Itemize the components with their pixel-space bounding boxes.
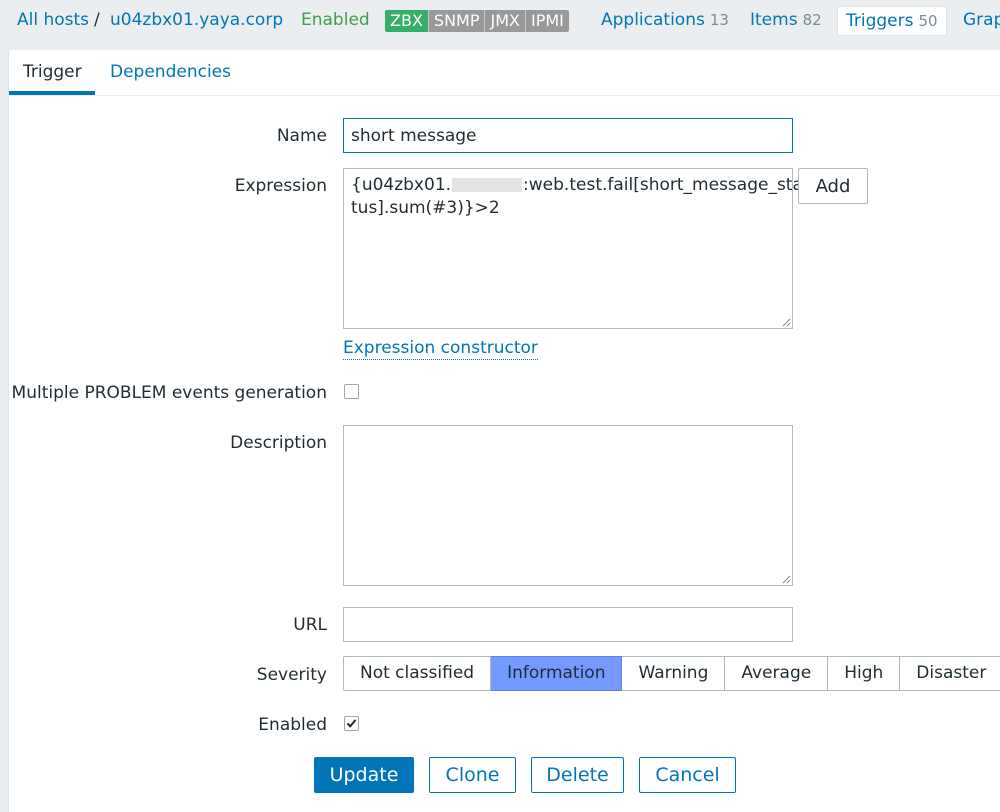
url-label: URL bbox=[293, 615, 327, 635]
nav-items[interactable]: Items 82 bbox=[750, 10, 822, 30]
nav-items-count: 82 bbox=[802, 11, 822, 29]
severity-not-classified[interactable]: Not classified bbox=[343, 656, 492, 691]
nav-applications-label: Applications bbox=[601, 10, 705, 30]
tab-trigger[interactable]: Trigger bbox=[23, 62, 82, 82]
resize-grip-icon[interactable] bbox=[782, 575, 791, 584]
clone-button[interactable]: Clone bbox=[429, 757, 516, 793]
nav-applications[interactable]: Applications 13 bbox=[601, 10, 729, 30]
redacted-blur bbox=[452, 178, 523, 192]
nav-graphs-label: Grap bbox=[963, 10, 1000, 30]
nav-triggers-label: Triggers bbox=[846, 11, 914, 31]
expression-text-end: :web.test.fail[short_message_sta bbox=[523, 175, 803, 195]
expression-line-1: {u04zbx01. :web.test.fail[short_message_s… bbox=[351, 174, 803, 197]
badge-ipmi: IPMI bbox=[524, 10, 569, 32]
expression-line-2: tus].sum(#3)}>2 bbox=[351, 198, 500, 218]
severity-selector: Not classified Information Warning Avera… bbox=[343, 656, 1000, 691]
name-input[interactable] bbox=[343, 118, 793, 153]
description-textarea[interactable] bbox=[343, 425, 793, 586]
severity-warning[interactable]: Warning bbox=[622, 656, 726, 691]
severity-high[interactable]: High bbox=[828, 656, 901, 691]
resize-grip-icon[interactable] bbox=[782, 318, 791, 327]
tab-dependencies[interactable]: Dependencies bbox=[110, 62, 231, 82]
trigger-form-panel: Trigger Dependencies Name Expression {u0… bbox=[8, 50, 1000, 812]
breadcrumb-host[interactable]: u04zbx01.yaya.corp bbox=[110, 10, 283, 30]
expression-textarea[interactable]: {u04zbx01. :web.test.fail[short_message_s… bbox=[343, 168, 803, 329]
severity-information[interactable]: Information bbox=[491, 656, 623, 691]
enabled-checkbox[interactable] bbox=[344, 716, 359, 731]
nav-triggers-count: 50 bbox=[918, 12, 938, 30]
expression-constructor-link[interactable]: Expression constructor bbox=[343, 337, 538, 360]
severity-label: Severity bbox=[256, 665, 327, 685]
badge-snmp: SNMP bbox=[427, 10, 485, 32]
severity-average[interactable]: Average bbox=[725, 656, 829, 691]
nav-graphs[interactable]: Grap bbox=[963, 10, 1000, 30]
nav-applications-count: 13 bbox=[709, 11, 729, 29]
update-button[interactable]: Update bbox=[314, 757, 414, 793]
active-tab-indicator bbox=[9, 91, 95, 95]
host-status-enabled[interactable]: Enabled bbox=[301, 10, 370, 30]
nav-items-label: Items bbox=[750, 10, 798, 30]
expression-text-start: {u04zbx01. bbox=[351, 175, 452, 195]
form-tabs: Trigger Dependencies bbox=[9, 50, 1000, 96]
badge-jmx: JMX bbox=[484, 10, 525, 32]
multiple-events-checkbox[interactable] bbox=[344, 384, 359, 399]
breadcrumb-all-hosts[interactable]: All hosts bbox=[17, 10, 89, 30]
nav-triggers[interactable]: Triggers 50 bbox=[837, 6, 947, 36]
delete-button[interactable]: Delete bbox=[531, 757, 624, 793]
breadcrumb-separator: / bbox=[94, 10, 100, 30]
expression-label: Expression bbox=[234, 176, 327, 196]
host-navigation-bar: All hosts / u04zbx01.yaya.corp Enabled Z… bbox=[0, 0, 1000, 48]
name-label: Name bbox=[276, 126, 327, 146]
cancel-button[interactable]: Cancel bbox=[639, 757, 736, 793]
checkmark-icon bbox=[346, 719, 357, 728]
badge-zbx: ZBX bbox=[385, 10, 428, 32]
multiple-events-label: Multiple PROBLEM events generation bbox=[11, 383, 327, 403]
severity-disaster[interactable]: Disaster bbox=[900, 656, 1000, 691]
url-input[interactable] bbox=[343, 607, 793, 642]
add-expression-button[interactable]: Add bbox=[798, 168, 868, 204]
description-label: Description bbox=[230, 433, 327, 453]
availability-badges: ZBX SNMP JMX IPMI bbox=[385, 10, 569, 32]
enabled-label: Enabled bbox=[258, 715, 327, 735]
